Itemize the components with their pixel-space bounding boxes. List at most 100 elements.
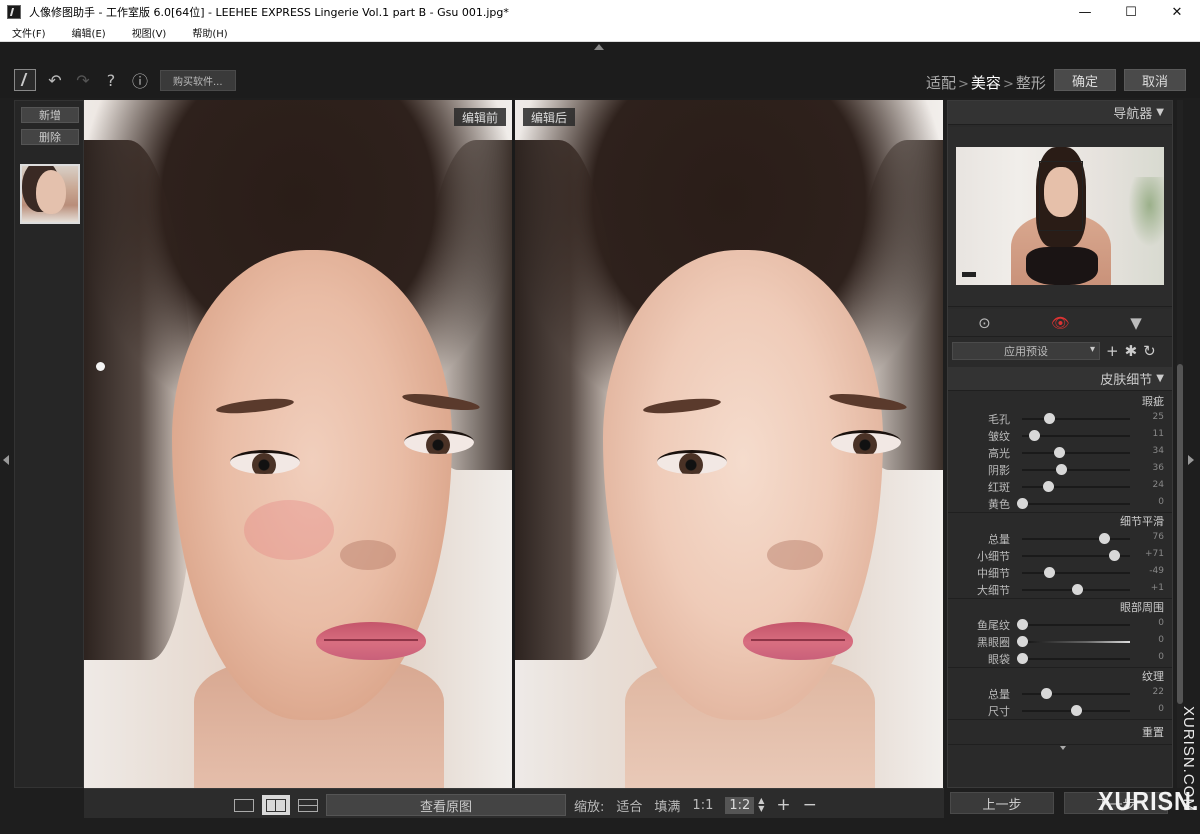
slider-value: 0: [1158, 635, 1164, 645]
slider-value: 11: [1152, 429, 1164, 439]
expand-left-arrow-icon[interactable]: [3, 455, 9, 465]
slider-label: 皱纹: [988, 430, 1010, 443]
reset-button[interactable]: 重置: [948, 720, 1172, 744]
slider-knob[interactable]: [1053, 447, 1065, 458]
portraiture-logo-icon[interactable]: [14, 69, 36, 91]
slider-track[interactable]: [1022, 658, 1130, 660]
zoom-in-icon[interactable]: +: [776, 795, 790, 815]
slider-knob[interactable]: [1017, 619, 1028, 630]
step-reshape[interactable]: 整形: [1016, 72, 1046, 93]
cancel-button[interactable]: 取消: [1124, 69, 1186, 91]
menu-edit[interactable]: 编辑(E): [72, 25, 106, 40]
preview-toolbar: 查看原图 缩放: 适合 填满 1:1 1:2 ▲ ▼ + −: [84, 788, 944, 818]
add-preset-icon[interactable]: +: [1106, 342, 1119, 360]
slider-track[interactable]: [1022, 503, 1130, 505]
collapse-triangle-icon: ▼: [1156, 373, 1164, 384]
slider-knob[interactable]: [1017, 498, 1028, 509]
menu-bar: 文件(F) 编辑(E) 视图(V) 帮助(H): [0, 24, 1200, 42]
delete-image-button[interactable]: 删除: [21, 129, 79, 145]
slider-value: 25: [1152, 412, 1164, 422]
menu-view[interactable]: 视图(V): [132, 25, 167, 40]
menu-file[interactable]: 文件(F): [12, 25, 46, 40]
slider-track[interactable]: [1022, 452, 1130, 454]
slider-knob[interactable]: [1055, 464, 1067, 475]
slider-track[interactable]: [1022, 572, 1130, 574]
brush-target-icon[interactable]: ⊙: [978, 314, 991, 332]
zoom-fit-button[interactable]: 适合: [616, 796, 642, 815]
undo-icon[interactable]: ↶: [48, 71, 62, 90]
buy-software-button[interactable]: 购买软件...: [160, 69, 236, 91]
split-horizontal-view-icon[interactable]: [294, 795, 322, 815]
collapse-top-arrow-icon[interactable]: [594, 44, 604, 50]
after-preview[interactable]: 编辑后: [515, 100, 943, 788]
slider-track[interactable]: [1022, 418, 1130, 420]
skin-detail-header[interactable]: 皮肤细节 ▼: [948, 367, 1172, 391]
zoom-out-icon[interactable]: −: [803, 795, 817, 815]
stepper-down-icon[interactable]: ▼: [758, 805, 764, 813]
slider-track[interactable]: [1022, 624, 1130, 626]
slider-value: 0: [1158, 652, 1164, 662]
step-adapt[interactable]: 适配: [926, 72, 956, 93]
slider-knob[interactable]: [1042, 481, 1054, 492]
settings-gear-icon[interactable]: ✱: [1125, 342, 1138, 360]
navigator-thumbnail[interactable]: [956, 147, 1164, 285]
slider-knob[interactable]: [1072, 584, 1084, 595]
slider-track[interactable]: [1022, 693, 1130, 695]
slider-knob[interactable]: [1044, 567, 1055, 578]
navigator-viewport-frame[interactable]: [1039, 161, 1083, 231]
slider-track[interactable]: [1022, 641, 1130, 643]
slider-track[interactable]: [1022, 469, 1130, 471]
slider-label: 鱼尾纹: [977, 619, 1010, 632]
redo-icon[interactable]: ↷: [76, 71, 90, 90]
info-icon[interactable]: ⓘ: [132, 68, 148, 92]
section-title: 纹理: [1142, 670, 1164, 683]
before-preview[interactable]: 编辑前: [84, 100, 512, 788]
zoom-stepper[interactable]: ▲ ▼: [758, 797, 764, 813]
expand-right-arrow-icon[interactable]: [1188, 455, 1194, 465]
zoom-1-2-button[interactable]: 1:2: [725, 796, 755, 814]
section-title: 瑕疵: [1142, 395, 1164, 408]
ok-button[interactable]: 确定: [1054, 69, 1116, 91]
help-icon[interactable]: ?: [104, 71, 118, 90]
single-view-icon[interactable]: [230, 795, 258, 815]
scrollbar-thumb[interactable]: [1177, 364, 1183, 704]
maximize-button[interactable]: ☐: [1108, 0, 1154, 24]
top-toolbar: ↶ ↷ ? ⓘ 购买软件... 适配 > 美容 > 整形 确定 取消: [0, 42, 1200, 98]
settings-scrollbar[interactable]: [1177, 100, 1183, 788]
step-beauty[interactable]: 美容: [971, 72, 1001, 93]
after-label: 编辑后: [523, 108, 576, 126]
close-button[interactable]: ✕: [1154, 0, 1200, 24]
preset-dropdown[interactable]: 应用预设: [952, 342, 1100, 360]
slider-knob[interactable]: [1071, 705, 1082, 716]
slider-knob[interactable]: [1028, 430, 1040, 441]
zoom-fill-button[interactable]: 填满: [654, 796, 680, 815]
zoom-1-1-button[interactable]: 1:1: [692, 798, 713, 813]
view-original-button[interactable]: 查看原图: [326, 794, 566, 816]
navigator-header[interactable]: 导航器 ▼: [948, 101, 1172, 125]
slider-label: 总量: [988, 533, 1010, 546]
slider-row: 鱼尾纹 0: [948, 616, 1172, 633]
slider-value: 0: [1158, 618, 1164, 628]
mask-icon[interactable]: ▼: [1130, 314, 1142, 332]
eye-icon[interactable]: 👁: [1051, 314, 1070, 332]
slider-knob[interactable]: [1017, 636, 1028, 647]
section-title: 眼部周围: [1120, 601, 1164, 614]
image-thumbnail[interactable]: [20, 164, 80, 224]
minimize-button[interactable]: —: [1062, 0, 1108, 24]
slider-knob[interactable]: [1108, 550, 1120, 561]
add-image-button[interactable]: 新增: [21, 107, 79, 123]
slider-knob[interactable]: [1099, 533, 1111, 544]
slider-knob[interactable]: [1017, 653, 1028, 664]
slider-knob[interactable]: [1040, 688, 1052, 699]
section-eye-area: 眼部周围 鱼尾纹 0 黑眼圈 0 眼袋 0: [948, 599, 1172, 668]
menu-help[interactable]: 帮助(H): [192, 25, 227, 40]
split-vertical-view-icon[interactable]: [262, 795, 290, 815]
refresh-icon[interactable]: ↻: [1143, 342, 1156, 360]
slider-knob[interactable]: [1044, 413, 1055, 424]
slider-row: 尺寸 0: [948, 702, 1172, 719]
slider-row: 阴影 36: [948, 461, 1172, 478]
slider-track[interactable]: [1022, 538, 1130, 540]
window-title: 人像修图助手 - 工作室版 6.0[64位] - LEEHEE EXPRESS …: [29, 6, 509, 19]
slider-track[interactable]: [1022, 486, 1130, 488]
previous-step-button[interactable]: 上一步: [950, 792, 1054, 814]
